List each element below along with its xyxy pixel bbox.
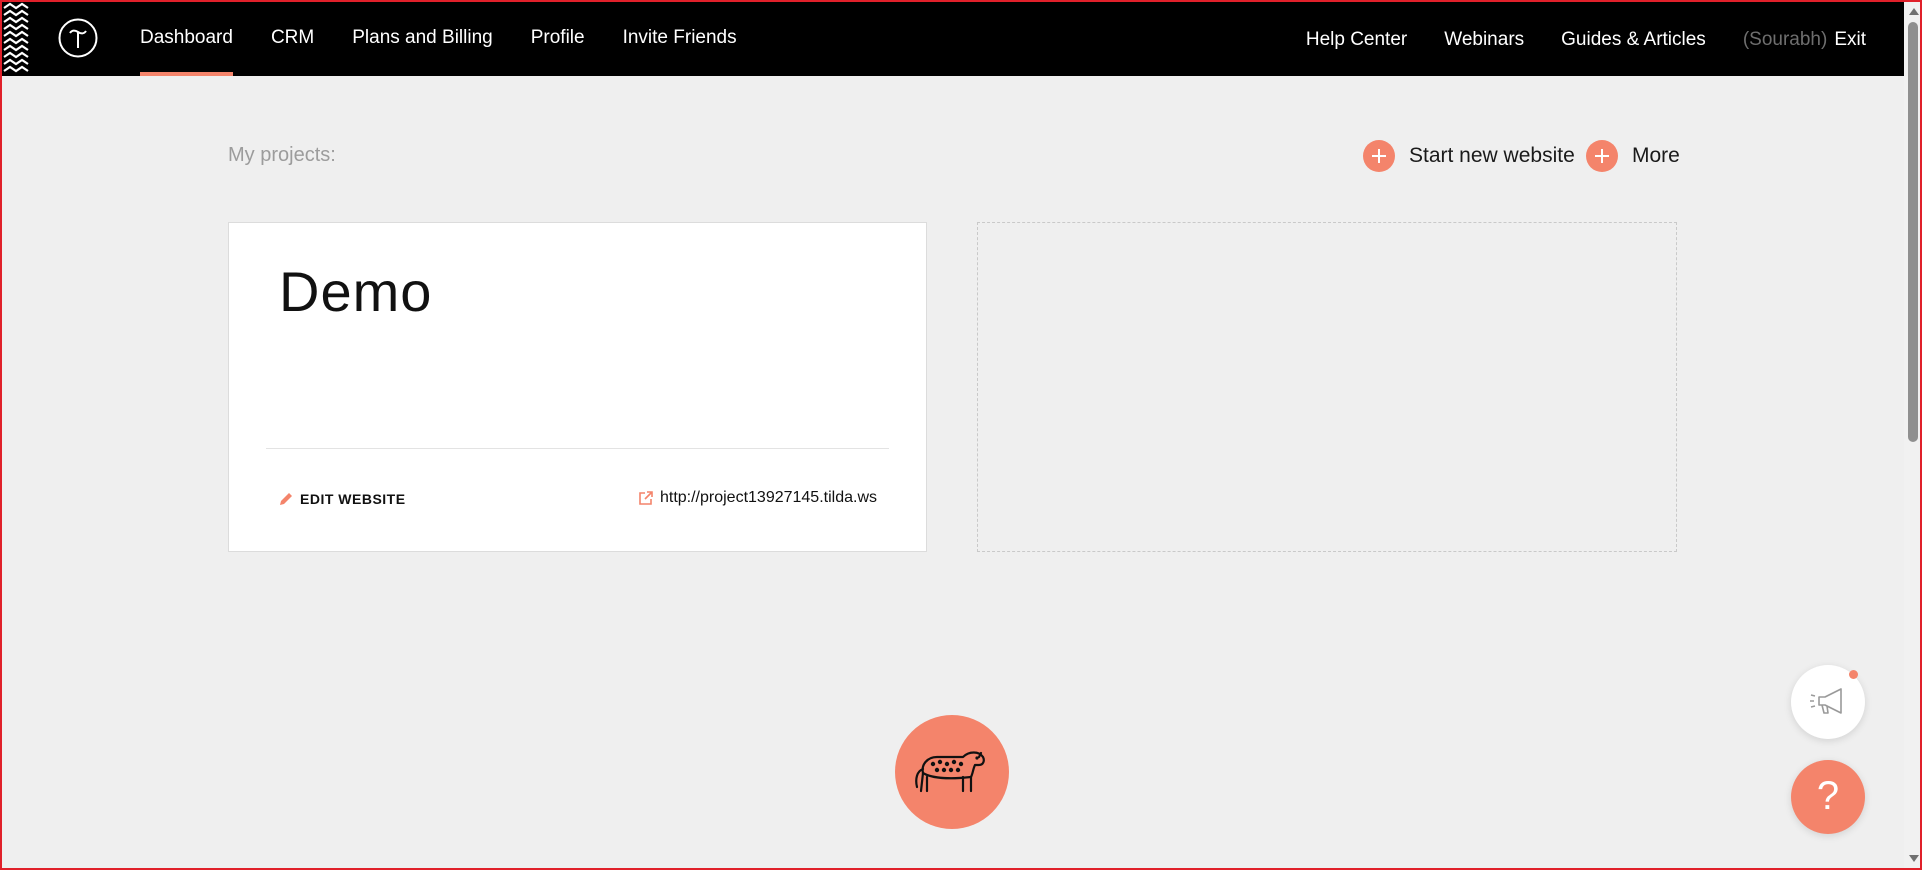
plus-circle-icon [1586,140,1618,172]
user-name: (Sourabh) [1742,29,1828,50]
vertical-scrollbar[interactable] [1904,0,1922,870]
nav-plans-and-billing[interactable]: Plans and Billing [352,0,492,76]
nav-dashboard[interactable]: Dashboard [140,0,233,76]
more-button[interactable]: More [1586,140,1680,172]
project-title: Demo [279,260,433,323]
more-label: More [1632,144,1680,167]
nav-guides-articles[interactable]: Guides & Articles [1561,0,1706,80]
edit-website-link[interactable]: EDIT WEBSITE [278,491,406,507]
nav-profile[interactable]: Profile [531,0,585,76]
edit-website-label: EDIT WEBSITE [300,491,406,507]
notification-dot [1849,670,1858,679]
leopard-icon [915,751,985,793]
leopard-mascot [895,715,1009,829]
exit-link[interactable]: Exit [1834,0,1866,80]
plus-circle-icon [1363,140,1395,172]
nav-invite-friends[interactable]: Invite Friends [623,0,737,76]
start-new-website-label: Start new website [1409,144,1575,167]
help-button[interactable]: ? [1791,760,1865,834]
card-divider [266,448,889,449]
scrollbar-thumb[interactable] [1908,22,1918,442]
main-nav: Dashboard CRM Plans and Billing Profile … [140,0,775,76]
external-link-icon [639,491,653,505]
project-card[interactable]: Demo EDIT WEBSITE http://project13927145… [228,222,927,552]
project-url-link[interactable]: http://project13927145.tilda.ws [638,489,877,507]
nav-crm[interactable]: CRM [271,0,314,76]
tilda-logo-icon[interactable] [58,18,98,58]
top-header: Dashboard CRM Plans and Billing Profile … [0,0,1904,76]
project-url: http://project13927145.tilda.ws [659,489,877,506]
empty-project-slot [977,222,1677,552]
secondary-nav: Help Center Webinars Guides & Articles (… [1269,0,1866,80]
question-icon: ? [1816,774,1840,818]
scroll-up-arrow-icon[interactable] [1909,8,1919,15]
pencil-icon [280,493,292,505]
my-projects-label: My projects: [228,144,336,166]
scroll-down-arrow-icon[interactable] [1909,855,1919,862]
start-new-website-button[interactable]: Start new website [1363,140,1575,172]
announcements-button[interactable] [1791,665,1865,739]
nav-help-center[interactable]: Help Center [1306,0,1407,80]
zigzag-decoration-icon [3,2,29,73]
nav-webinars[interactable]: Webinars [1444,0,1524,80]
